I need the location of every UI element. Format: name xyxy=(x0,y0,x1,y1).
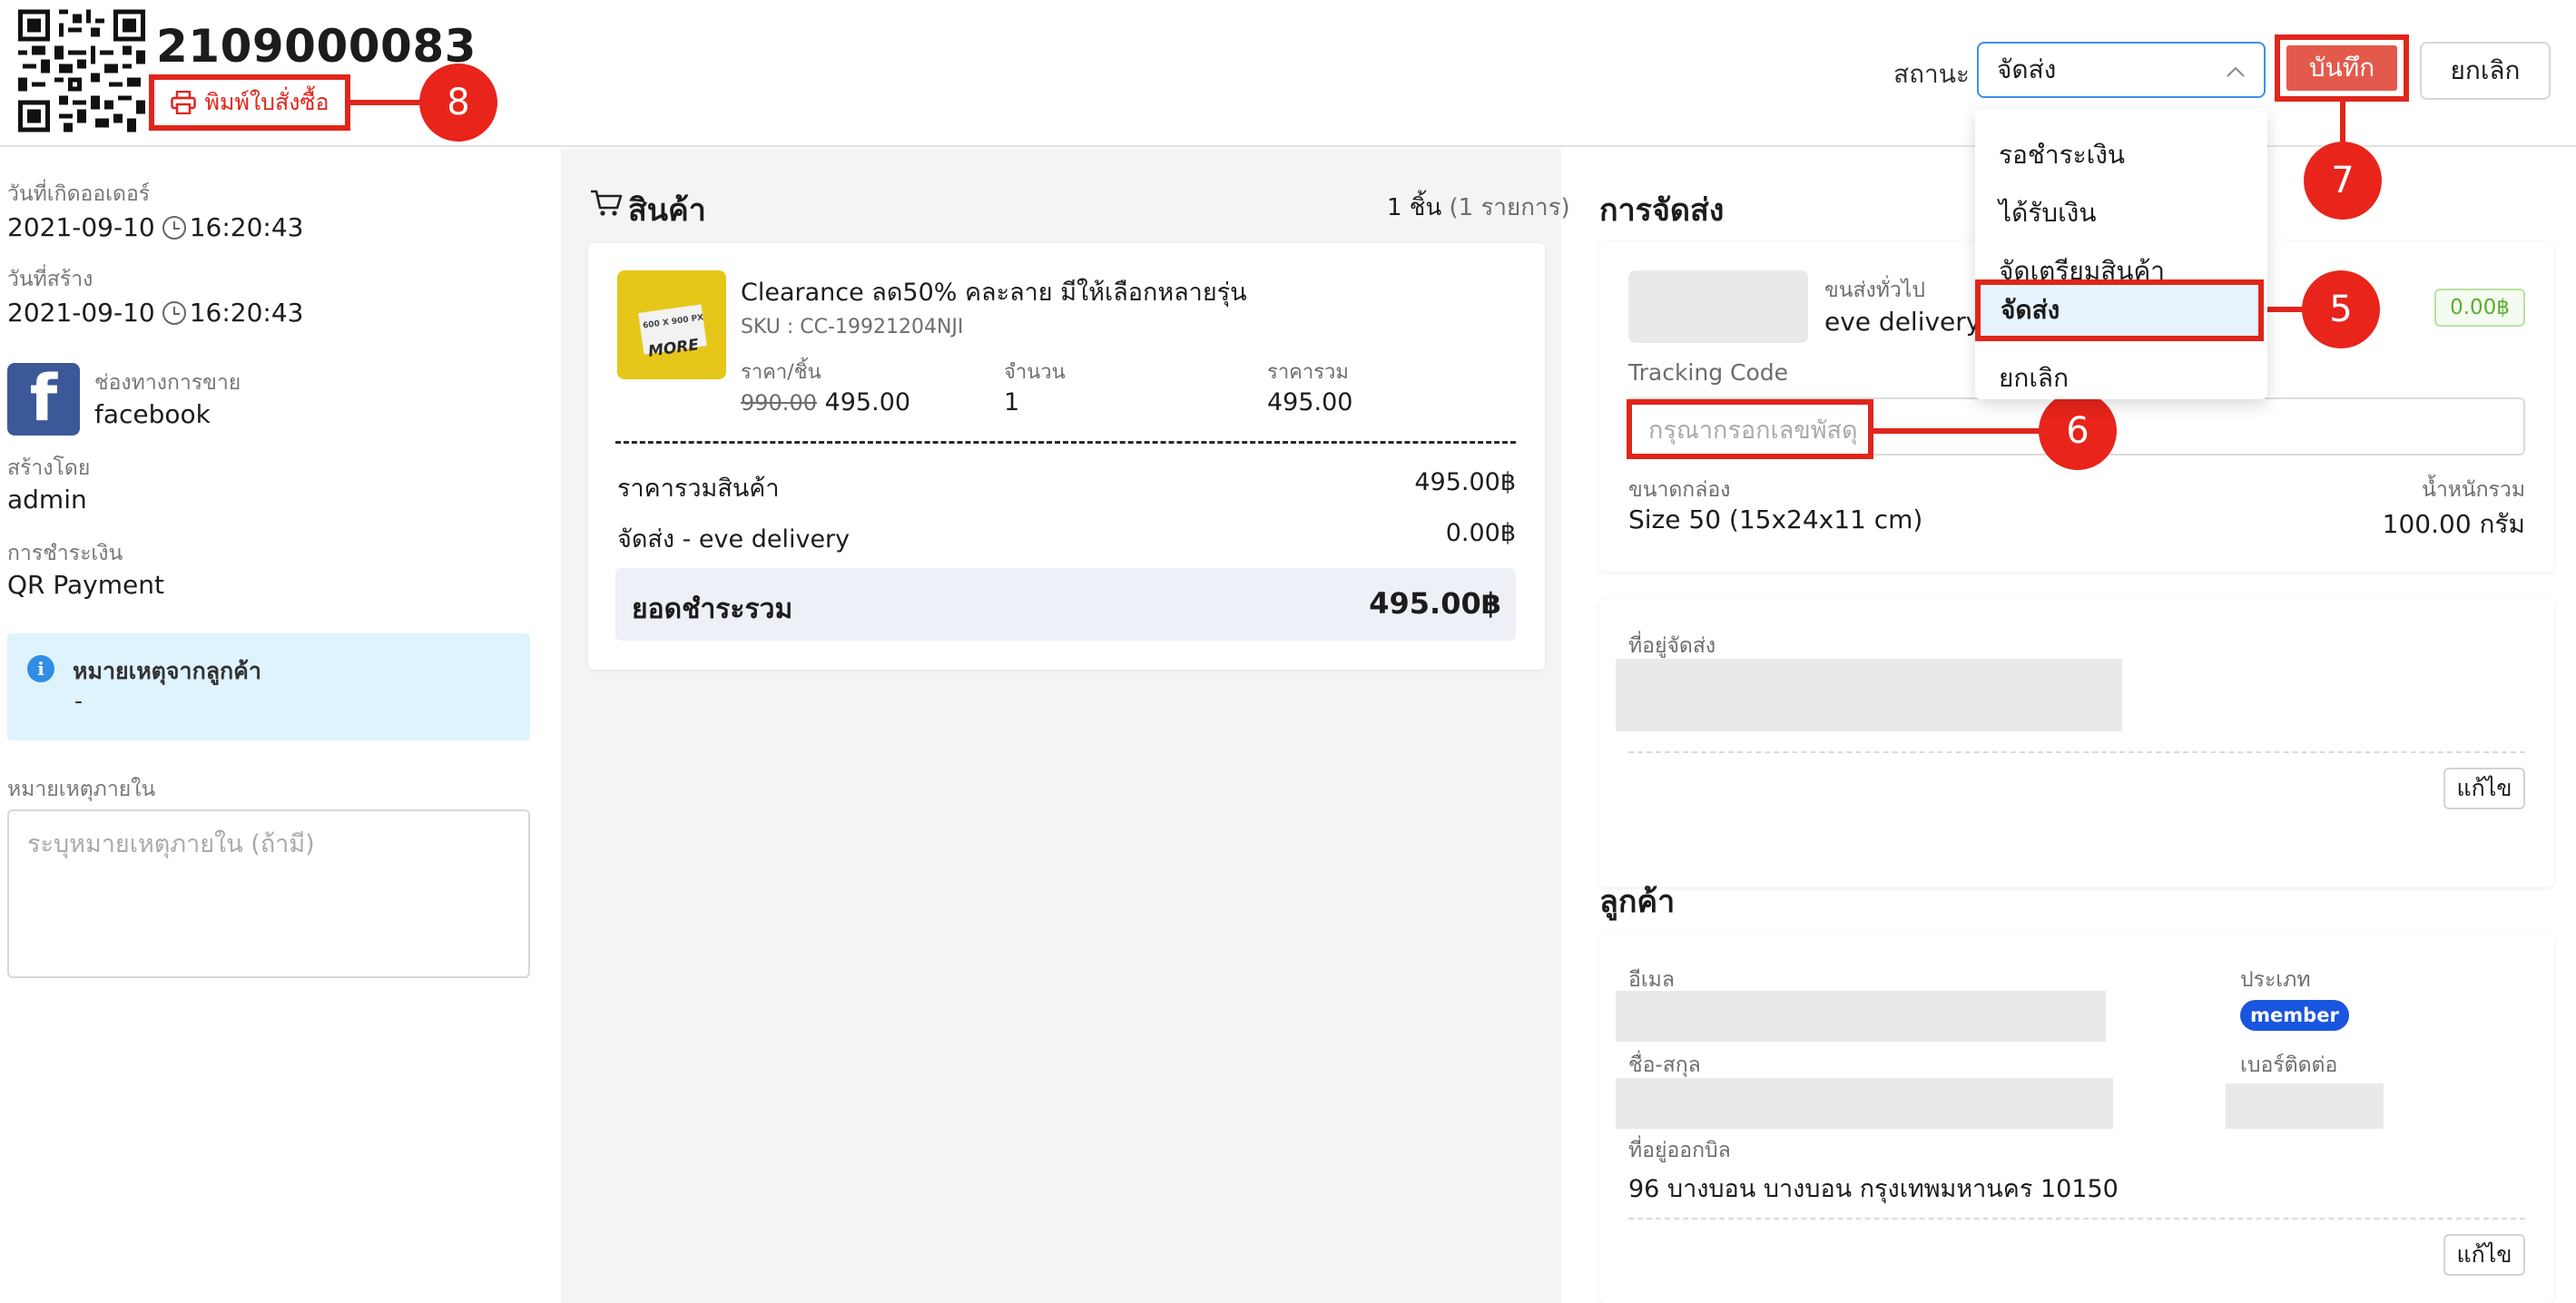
cod-badge: 0.00฿ xyxy=(2434,289,2525,327)
cart-icon xyxy=(591,190,623,216)
status-option-cancelled[interactable]: ยกเลิก xyxy=(1975,359,2267,397)
save-button-label: บันทึก xyxy=(2286,45,2397,91)
printer-icon xyxy=(170,91,196,114)
callout-6-line xyxy=(1873,428,2050,434)
products-count: 1 ชิ้น (1 รายการ) xyxy=(1387,189,1570,226)
created-time: 16:20:43 xyxy=(189,298,304,328)
line-total-label: ราคารวม xyxy=(1267,361,1349,384)
grand-total-label: ยอดชำระรวม xyxy=(632,593,793,625)
products-count-pieces: 1 ชิ้น xyxy=(1387,194,1442,221)
channel-value: facebook xyxy=(94,399,211,429)
sale-price: 495.00 xyxy=(824,388,911,416)
internal-note-label: หมายเหตุภายใน xyxy=(7,778,156,801)
status-select-value: จัดส่ง xyxy=(1997,54,2057,84)
customer-note-value: - xyxy=(74,688,84,714)
carrier-label: ขนส่งทั่วไป xyxy=(1824,279,1925,302)
created-date: 2021-09-10 xyxy=(7,298,155,328)
status-option-paid[interactable]: ได้รับเงิน xyxy=(1975,185,2267,241)
phone-label: เบอร์ติดต่อ xyxy=(2240,1053,2338,1077)
status-select[interactable]: จัดส่ง xyxy=(1977,42,2266,98)
clock-icon xyxy=(162,301,186,325)
callout-5: 5 xyxy=(2302,270,2380,348)
callout-7-line xyxy=(2340,102,2345,145)
order-time: 16:20:43 xyxy=(189,212,304,242)
shipping-address-redacted xyxy=(1616,659,2122,731)
customer-type-label: ประเภท xyxy=(2240,968,2311,992)
edit-address-button[interactable]: แก้ไข xyxy=(2443,768,2525,809)
grand-total-value: 495.00฿ xyxy=(1369,586,1501,621)
customer-note-title: หมายเหตุจากลูกค้า xyxy=(73,658,261,684)
save-button[interactable]: บันทึก xyxy=(2275,34,2409,102)
member-badge: member xyxy=(2240,1000,2349,1031)
customer-title: ลูกค้า xyxy=(1599,884,1676,920)
channel-label: ช่องทางการขาย xyxy=(94,371,241,395)
box-size-label: ขนาดกล่อง xyxy=(1628,478,1731,502)
carrier-logo xyxy=(1628,270,1808,343)
products-title: สินค้า xyxy=(628,192,706,229)
subtotal-value: 495.00฿ xyxy=(1414,468,1516,496)
billing-address-label: ที่อยู่ออกบิล xyxy=(1628,1139,1731,1162)
product-name[interactable]: Clearance ลด50% คละลาย มีให้เลือกหลายรุ่… xyxy=(741,272,1247,311)
qty-value: 1 xyxy=(1004,388,1020,416)
carrier-value: eve delivery xyxy=(1824,307,1981,337)
price-value: 990.00 495.00 xyxy=(741,388,910,416)
billing-address-value: 96 บางบอน บางบอน กรุงเทพมหานคร 10150 xyxy=(1628,1175,2119,1203)
email-redacted xyxy=(1616,991,2106,1042)
qty-label: จำนวน xyxy=(1004,361,1066,384)
tracking-input-placeholder[interactable]: กรุณากรอกเลขพัสดุ xyxy=(1627,399,1873,459)
tracking-label: Tracking Code xyxy=(1628,359,1789,386)
status-option-awaiting-payment[interactable]: รอชำระเงิน xyxy=(1975,127,2267,183)
chevron-up-icon xyxy=(2227,66,2245,77)
status-option-shipped[interactable]: จัดส่ง xyxy=(1975,279,2264,341)
callout-8: 8 xyxy=(419,64,497,142)
shipping-fee-label: จัดส่ง - eve delivery xyxy=(617,525,850,554)
shipping-fee-value: 0.00฿ xyxy=(1445,519,1516,547)
phone-redacted xyxy=(2226,1083,2384,1129)
name-redacted xyxy=(1616,1078,2113,1129)
subtotal-label: ราคารวมสินค้า xyxy=(617,475,780,503)
name-label: ชื่อ-สกุล xyxy=(1628,1053,1701,1077)
order-date: 2021-09-10 xyxy=(7,212,155,242)
box-size-value: Size 50 (15x24x11 cm) xyxy=(1628,505,1923,534)
creator-value: admin xyxy=(7,485,87,514)
cancel-button[interactable]: ยกเลิก xyxy=(2420,42,2551,100)
facebook-icon: f xyxy=(7,363,80,436)
clock-icon xyxy=(162,216,186,240)
info-icon: i xyxy=(27,655,54,682)
original-price: 990.00 xyxy=(741,390,817,416)
products-count-items: (1 รายการ) xyxy=(1449,194,1570,221)
payment-label: การชำระเงิน xyxy=(7,542,123,565)
qr-code-icon xyxy=(18,9,145,132)
order-date-label: วันที่เกิดออเดอร์ xyxy=(7,182,151,206)
created-date-label: วันที่สร้าง xyxy=(7,268,93,291)
order-number: 2109000083 xyxy=(156,20,477,73)
created-date-value: 2021-09-10 16:20:43 xyxy=(7,298,304,328)
print-order-label: พิมพ์ใบสั่งซื้อ xyxy=(204,89,329,115)
shipping-title: การจัดส่ง xyxy=(1599,192,1725,229)
divider xyxy=(1628,751,2525,753)
status-label: สถานะ xyxy=(1893,59,1970,89)
callout-6: 6 xyxy=(2039,392,2117,470)
divider xyxy=(1628,1218,2525,1220)
shipping-address-card xyxy=(1599,599,2554,887)
weight-value: 100.00 กรัม xyxy=(2382,509,2525,539)
product-sku: SKU : CC-19921204NJI xyxy=(741,316,964,338)
product-thumbnail[interactable]: 600 X 900 PX MORE xyxy=(617,270,726,379)
payment-value: QR Payment xyxy=(7,570,164,600)
creator-label: สร้างโดย xyxy=(7,456,91,480)
line-total-value: 495.00 xyxy=(1267,388,1353,416)
order-date-value: 2021-09-10 16:20:43 xyxy=(7,212,304,242)
print-order-link[interactable]: พิมพ์ใบสั่งซื้อ xyxy=(149,74,350,131)
internal-note-textarea[interactable]: ระบุหมายเหตุภายใน (ถ้ามี) xyxy=(7,809,530,978)
shipping-address-label: ที่อยู่จัดส่ง xyxy=(1628,634,1716,658)
status-dropdown-menu: รอชำระเงิน ได้รับเงิน จัดเตรียมสินค้า ยก… xyxy=(1975,109,2267,399)
callout-7: 7 xyxy=(2304,142,2382,220)
price-label: ราคา/ชิ้น xyxy=(741,361,821,384)
edit-customer-button[interactable]: แก้ไข xyxy=(2443,1234,2525,1276)
divider xyxy=(615,441,1516,444)
weight-label: น้ำหนักรวม xyxy=(2422,478,2525,502)
